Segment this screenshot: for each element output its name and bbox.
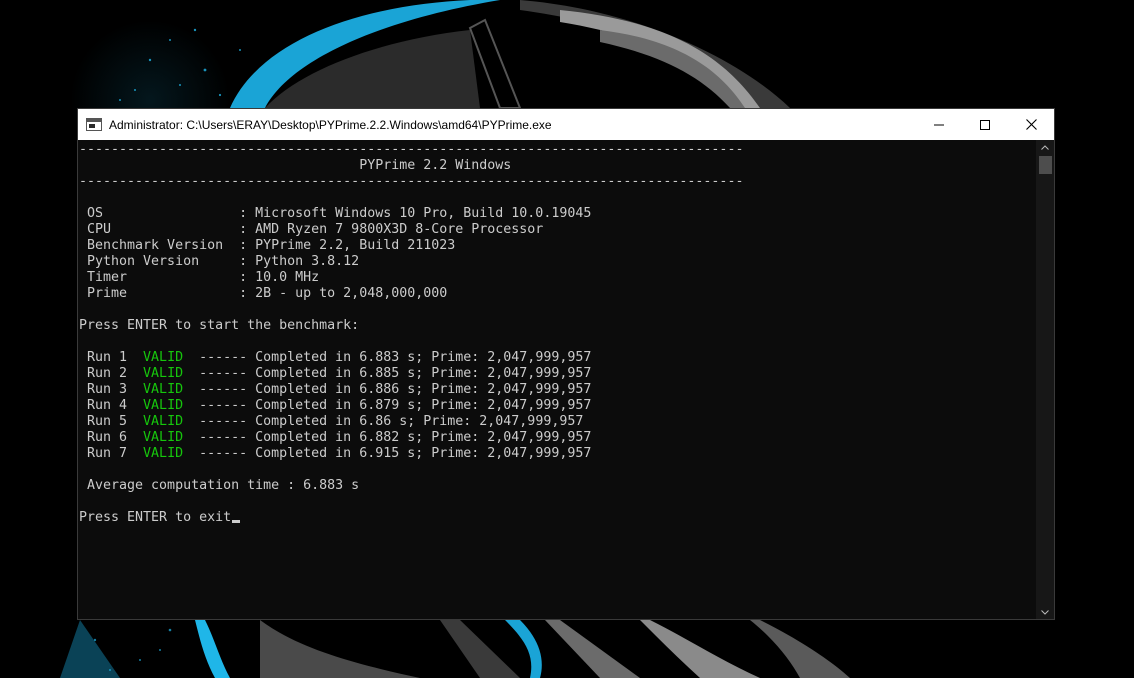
average-time: Average computation time : 6.883 s — [79, 478, 360, 493]
run-label: Run 7 — [79, 446, 144, 461]
console-icon[interactable] — [86, 118, 102, 131]
run-status: VALID — [143, 430, 184, 445]
run-label: Run 2 — [79, 366, 144, 381]
run-status: VALID — [143, 382, 184, 397]
run-result: ------ Completed in 6.886 s; Prime: 2,04… — [183, 382, 592, 397]
chevron-down-icon — [1041, 609, 1049, 615]
chevron-up-icon — [1041, 144, 1049, 150]
separator-line: ----------------------------------------… — [79, 142, 744, 157]
info-value-python-version: : Python 3.8.12 — [239, 254, 360, 269]
run-result: ------ Completed in 6.86 s; Prime: 2,047… — [183, 414, 584, 429]
info-label-python-version: Python Version — [79, 254, 240, 269]
run-status: VALID — [143, 446, 184, 461]
info-label-os: OS — [79, 206, 240, 221]
run-result: ------ Completed in 6.879 s; Prime: 2,04… — [183, 398, 592, 413]
window-controls — [916, 109, 1054, 140]
info-value-timer: : 10.0 MHz — [239, 270, 320, 285]
info-value-cpu: : AMD Ryzen 7 9800X3D 8-Core Processor — [239, 222, 544, 237]
run-label: Run 6 — [79, 430, 144, 445]
console-output[interactable]: ----------------------------------------… — [78, 140, 1036, 619]
maximize-icon — [980, 119, 990, 130]
console-header: PYPrime 2.2 Windows — [79, 158, 512, 173]
run-label: Run 4 — [79, 398, 144, 413]
run-status: VALID — [143, 414, 184, 429]
text-cursor — [232, 520, 241, 523]
separator-line: ----------------------------------------… — [79, 174, 744, 189]
info-label-benchmark-version: Benchmark Version — [79, 238, 240, 253]
info-label-prime: Prime — [79, 286, 240, 301]
start-prompt: Press ENTER to start the benchmark: — [79, 318, 360, 333]
run-status: VALID — [143, 350, 184, 365]
close-button[interactable] — [1008, 109, 1054, 140]
vertical-scrollbar[interactable] — [1036, 140, 1054, 619]
run-label: Run 3 — [79, 382, 144, 397]
run-result: ------ Completed in 6.915 s; Prime: 2,04… — [183, 446, 592, 461]
info-value-prime: : 2B - up to 2,048,000,000 — [239, 286, 448, 301]
minimize-icon — [934, 124, 944, 125]
scrollbar-thumb[interactable] — [1039, 156, 1052, 174]
console-window: Administrator: C:\Users\ERAY\Desktop\PYP… — [77, 108, 1055, 620]
run-result: ------ Completed in 6.883 s; Prime: 2,04… — [183, 350, 592, 365]
run-label: Run 5 — [79, 414, 144, 429]
run-status: VALID — [143, 398, 184, 413]
exit-prompt: Press ENTER to exit — [79, 510, 232, 525]
scroll-up-button[interactable] — [1036, 140, 1054, 154]
minimize-button[interactable] — [916, 109, 962, 140]
info-value-benchmark-version: : PYPrime 2.2, Build 211023 — [239, 238, 456, 253]
run-result: ------ Completed in 6.882 s; Prime: 2,04… — [183, 430, 592, 445]
title-bar[interactable]: Administrator: C:\Users\ERAY\Desktop\PYP… — [78, 109, 1054, 140]
close-icon — [1025, 119, 1037, 130]
run-status: VALID — [143, 366, 184, 381]
info-value-os: : Microsoft Windows 10 Pro, Build 10.0.1… — [239, 206, 592, 221]
info-label-cpu: CPU — [79, 222, 240, 237]
run-result: ------ Completed in 6.885 s; Prime: 2,04… — [183, 366, 592, 381]
scroll-down-button[interactable] — [1036, 605, 1054, 619]
info-label-timer: Timer — [79, 270, 240, 285]
run-label: Run 1 — [79, 350, 144, 365]
window-title: Administrator: C:\Users\ERAY\Desktop\PYP… — [109, 117, 552, 132]
maximize-button[interactable] — [962, 109, 1008, 140]
